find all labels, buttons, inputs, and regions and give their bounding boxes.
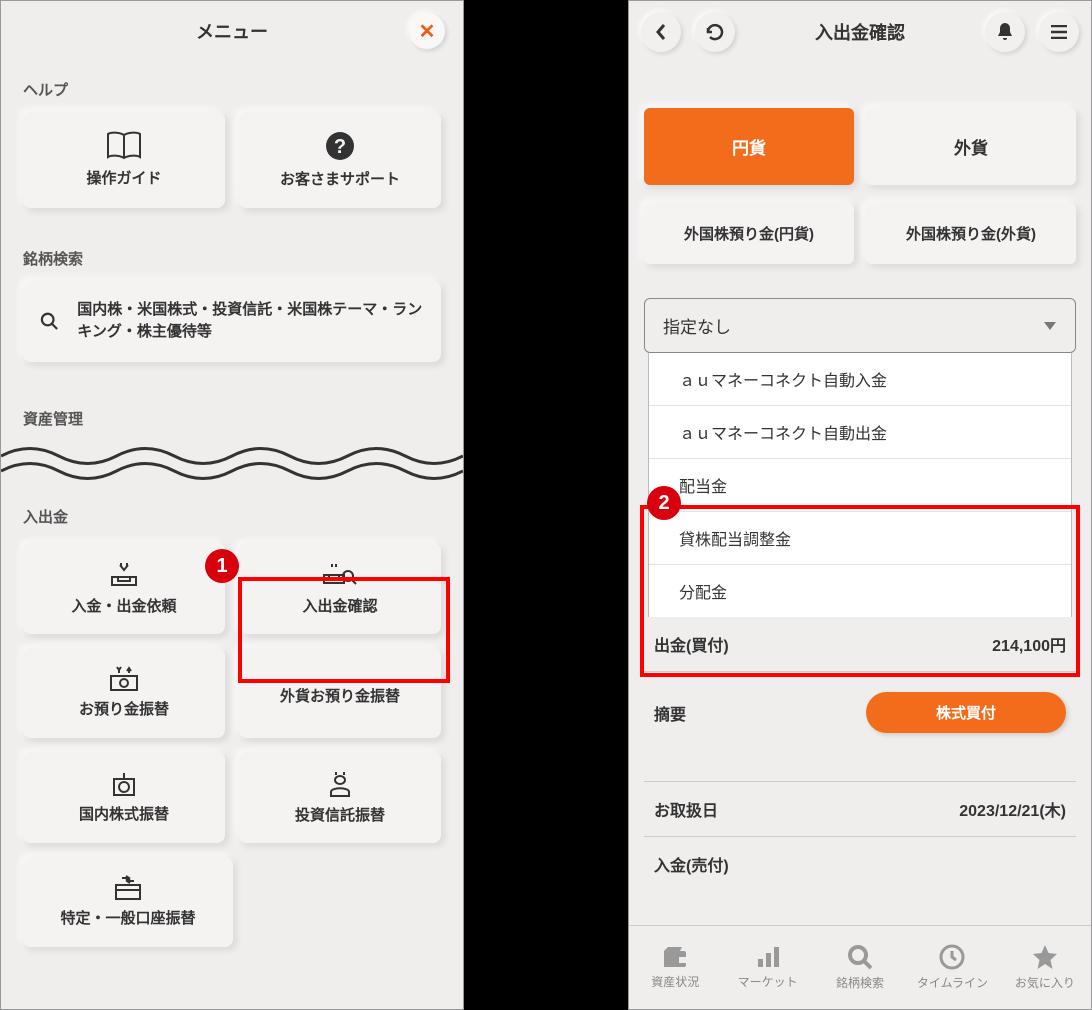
nav-market[interactable]: マーケット <box>721 926 813 1009</box>
nav-timeline[interactable]: タイムライン <box>906 926 998 1009</box>
filter-select[interactable]: 指定なし <box>644 298 1076 353</box>
withdrawal-row: 出金(買付) 214,100円 <box>644 617 1076 671</box>
trade-date-row: お取扱日 2023/12/21(木) <box>644 781 1076 837</box>
search-icon <box>847 944 873 970</box>
chevron-left-icon <box>655 23 667 41</box>
menu-header: メニュー ✕ <box>1 1 463 61</box>
nav-asset[interactable]: 資産状況 <box>629 926 721 1009</box>
reload-icon <box>705 22 725 42</box>
money-transfer-icon <box>107 666 141 692</box>
investment-trust-transfer-card[interactable]: 投資信託振替 <box>239 752 441 844</box>
hamburger-icon <box>1050 25 1068 39</box>
account-transfer-card[interactable]: 特定・一般口座振替 <box>23 857 233 947</box>
foreign-deposit-transfer-card[interactable]: 外貨お預り金振替 <box>239 648 441 738</box>
right-screen: 入出金確認 円貨 外貨 外国株預り金(円貨) 外国株預り金(外貨) 指定なし <box>628 0 1092 1010</box>
annotation-badge-2: 2 <box>647 486 681 520</box>
investment-trust-transfer-label: 投資信託振替 <box>295 806 385 826</box>
operation-guide-label: 操作ガイド <box>86 169 161 189</box>
wallet-icon <box>661 945 689 969</box>
trade-date-value: 2023/12/21(木) <box>959 797 1066 821</box>
filter-option-dividend[interactable]: 配当金 <box>649 459 1071 512</box>
svg-text:?: ? <box>334 136 346 158</box>
deposit-transfer-card[interactable]: お預り金振替 <box>23 648 225 738</box>
withdrawal-label: 出金(買付) <box>654 632 729 656</box>
close-icon: ✕ <box>419 19 436 44</box>
app-header: 入出金確認 <box>629 1 1091 63</box>
asset-heading: 資産管理 <box>1 390 463 441</box>
nav-market-label: マーケット <box>738 973 798 990</box>
nav-asset-label: 資産状況 <box>651 973 699 990</box>
triangle-down-icon <box>1043 321 1057 331</box>
filter-option-auto-deposit[interactable]: ａｕマネーコネクト自動入金 <box>649 353 1071 406</box>
deposit-withdraw-request-card[interactable]: 入金・出金依頼 <box>23 543 225 635</box>
deposit-row: 入金(売付) <box>644 837 1076 891</box>
tab-foreign-jpy[interactable]: 外国株預り金(円貨) <box>644 203 854 264</box>
domestic-stock-transfer-card[interactable]: 国内株式振替 <box>23 752 225 844</box>
customer-support-card[interactable]: ? お客さまサポート <box>239 112 441 208</box>
help-heading: ヘルプ <box>1 61 463 112</box>
operation-guide-card[interactable]: 操作ガイド <box>23 112 225 208</box>
filter-option-auto-withdraw[interactable]: ａｕマネーコネクト自動出金 <box>649 406 1071 459</box>
foreign-deposit-transfer-label: 外貨お預り金振替 <box>280 687 400 707</box>
star-icon <box>1031 944 1059 970</box>
customer-support-label: お客さまサポート <box>280 170 400 190</box>
summary-row: 摘要 株式買付 <box>644 671 1076 753</box>
deposit-label: 入金(売付) <box>654 852 729 876</box>
left-screen: メニュー ✕ ヘルプ 操作ガイド ? お客さまサポート 銘柄検索 国内株・米国株… <box>0 0 464 1010</box>
nav-search-label: 銘柄検索 <box>836 974 884 991</box>
clock-icon <box>939 944 965 970</box>
trade-date-label: お取扱日 <box>654 797 718 821</box>
filter-select-value: 指定なし <box>663 313 731 338</box>
deposit-withdraw-request-label: 入金・出金依頼 <box>71 597 176 617</box>
filter-option-lending-dividend[interactable]: 貸株配当調整金 <box>649 512 1071 565</box>
close-button[interactable]: ✕ <box>409 13 445 49</box>
withdrawal-value: 214,100円 <box>992 632 1066 656</box>
inspect-tray-icon <box>322 561 358 589</box>
inout-confirmation-label: 入出金確認 <box>302 597 377 617</box>
nav-search[interactable]: 銘柄検索 <box>814 926 906 1009</box>
filter-option-distribution[interactable]: 分配金 <box>649 565 1071 617</box>
tab-foreign-fx[interactable]: 外国株預り金(外貨) <box>866 203 1076 264</box>
back-button[interactable] <box>641 12 681 52</box>
nav-timeline-label: タイムライン <box>917 974 988 991</box>
bars-icon <box>756 945 780 969</box>
reload-button[interactable] <box>695 12 735 52</box>
deposit-transfer-label: お預り金振替 <box>79 700 169 720</box>
inout-heading: 入出金 <box>1 488 463 539</box>
page-title: 入出金確認 <box>735 19 985 45</box>
summary-label: 摘要 <box>654 701 686 725</box>
search-heading: 銘柄検索 <box>1 230 463 281</box>
stock-search-text: 国内株・米国株式・投資信託・米国株テーマ・ランキング・株主優待等 <box>77 299 425 344</box>
book-icon <box>105 131 143 161</box>
stock-purchase-button[interactable]: 株式買付 <box>866 692 1066 733</box>
deposit-tray-icon <box>108 561 140 589</box>
menu-button[interactable] <box>1039 12 1079 52</box>
tab-fx[interactable]: 外貨 <box>866 108 1076 185</box>
domestic-icon <box>109 771 139 797</box>
bottom-nav: 資産状況 マーケット 銘柄検索 タイムライン お気に入り <box>629 925 1091 1009</box>
annotation-badge-1: 1 <box>205 549 239 583</box>
menu-title: メニュー <box>196 18 268 44</box>
notification-button[interactable] <box>985 12 1025 52</box>
domestic-stock-transfer-label: 国内株式振替 <box>79 805 169 825</box>
nav-favorite[interactable]: お気に入り <box>999 926 1091 1009</box>
search-icon <box>39 307 59 335</box>
stock-search-card[interactable]: 国内株・米国株式・投資信託・米国株テーマ・ランキング・株主優待等 <box>23 281 441 362</box>
account-transfer-label: 特定・一般口座振替 <box>60 909 195 929</box>
bell-icon <box>996 22 1014 42</box>
filter-dropdown-list: ａｕマネーコネクト自動入金 ａｕマネーコネクト自動出金 配当金 貸株配当調整金 … <box>648 353 1072 617</box>
wave-divider <box>1 441 463 483</box>
nav-favorite-label: お気に入り <box>1015 974 1075 991</box>
tab-jpy[interactable]: 円貨 <box>644 108 854 185</box>
question-icon: ? <box>324 130 356 162</box>
fund-icon <box>325 770 355 798</box>
account-swap-icon <box>112 875 144 901</box>
inout-confirmation-card[interactable]: 入出金確認 <box>239 543 441 635</box>
